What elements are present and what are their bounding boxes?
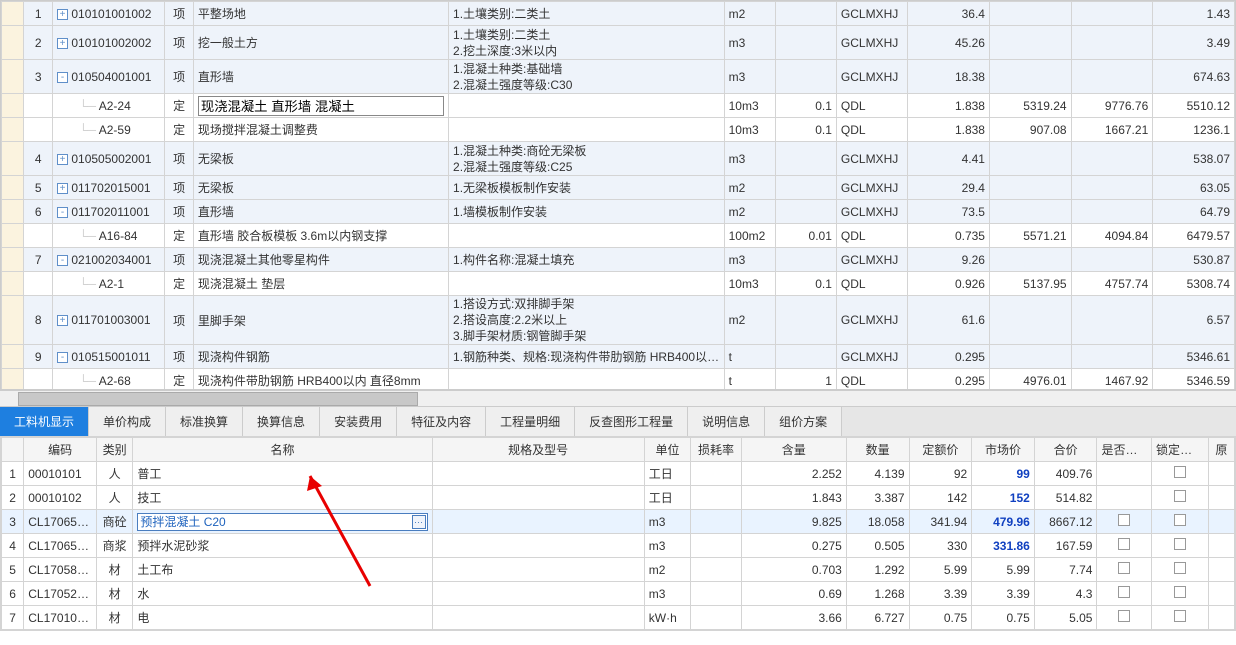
checkbox[interactable] <box>1174 562 1186 574</box>
expand-icon[interactable]: + <box>57 9 68 20</box>
tab-4[interactable]: 安装费用 <box>320 407 397 436</box>
collapse-icon[interactable]: - <box>57 352 68 363</box>
material-row[interactable]: 7CL17010690材电kW·h3.666.7270.750.755.05 <box>2 606 1235 630</box>
checkbox[interactable] <box>1174 514 1186 526</box>
grid-row[interactable]: 8+ 011701003001项里脚手架1.搭设方式:双排脚手架 2.搭设高度:… <box>2 296 1235 345</box>
expand-icon[interactable]: + <box>57 315 68 326</box>
tab-0[interactable]: 工料机显示 <box>0 407 89 436</box>
tab-5[interactable]: 特征及内容 <box>397 407 486 436</box>
tab-1[interactable]: 单价构成 <box>89 407 166 436</box>
checkbox[interactable] <box>1174 466 1186 478</box>
material-row[interactable]: 5CL17058760材土工布m20.7031.2925.995.997.74 <box>2 558 1235 582</box>
expand-icon[interactable]: + <box>57 154 68 165</box>
checkbox[interactable] <box>1118 586 1130 598</box>
materials-table[interactable]: 编码类别名称规格及型号单位损耗率含量数量定额价市场价合价是否暂估锁定数量原100… <box>1 437 1235 630</box>
checkbox[interactable] <box>1118 538 1130 550</box>
tab-8[interactable]: 说明信息 <box>688 407 765 436</box>
material-row[interactable]: 100010101人普工工日2.2524.1399299409.76 <box>2 462 1235 486</box>
checkbox[interactable] <box>1174 610 1186 622</box>
grid-row[interactable]: 3- 010504001001项直形墙1.混凝土种类:基础墙 2.混凝土强度等级… <box>2 60 1235 94</box>
grid-row[interactable]: └─ A2-1定现浇混凝土 垫层10m30.1QDL0.9265137.9547… <box>2 272 1235 296</box>
grid-row[interactable]: 2+ 010101002002项挖一般土方1.土壤类别:二类土 2.挖土深度:3… <box>2 26 1235 60</box>
checkbox[interactable] <box>1174 586 1186 598</box>
expand-icon[interactable]: + <box>57 183 68 194</box>
collapse-icon[interactable]: - <box>57 207 68 218</box>
checkbox[interactable] <box>1118 514 1130 526</box>
upper-grid: 1+ 010101001002项平整场地1.土壤类别:二类土m2GCLMXHJ3… <box>0 0 1236 390</box>
grid-row[interactable]: └─ A2-68定现浇构件带肋钢筋 HRB400以内 直径8mmt1QDL0.2… <box>2 369 1235 391</box>
collapse-icon[interactable]: - <box>57 255 68 266</box>
tab-7[interactable]: 反查图形工程量 <box>575 407 688 436</box>
tab-6[interactable]: 工程量明细 <box>486 407 575 436</box>
expand-icon[interactable]: + <box>57 38 68 49</box>
grid-row[interactable]: └─ A2-24定10m30.1QDL1.8385319.249776.7655… <box>2 94 1235 118</box>
tab-3[interactable]: 换算信息 <box>243 407 320 436</box>
name-edit-input[interactable] <box>198 96 444 116</box>
h-scrollbar[interactable] <box>0 390 1236 406</box>
material-row[interactable]: 6CL17052360材水m30.691.2683.393.394.3 <box>2 582 1235 606</box>
checkbox[interactable] <box>1174 490 1186 502</box>
header-row: 编码类别名称规格及型号单位损耗率含量数量定额价市场价合价是否暂估锁定数量原 <box>2 438 1235 462</box>
collapse-icon[interactable]: - <box>57 72 68 83</box>
material-row[interactable]: 200010102人技工工日1.8433.387142152514.82 <box>2 486 1235 510</box>
tab-2[interactable]: 标准换算 <box>166 407 243 436</box>
grid-row[interactable]: 5+ 011702015001项无梁板1.无梁板模板制作安装m2GCLMXHJ2… <box>2 176 1235 200</box>
checkbox[interactable] <box>1174 538 1186 550</box>
grid-row[interactable]: 1+ 010101001002项平整场地1.土壤类别:二类土m2GCLMXHJ3… <box>2 2 1235 26</box>
checkbox[interactable] <box>1118 562 1130 574</box>
material-row[interactable]: 3CL17065410商砼预拌混凝土 C20⋯m39.82518.058341.… <box>2 510 1235 534</box>
grid-row[interactable]: 7- 021002034001项现浇混凝土其他零星构件1.构件名称:混凝土填充m… <box>2 248 1235 272</box>
more-icon[interactable]: ⋯ <box>412 515 426 529</box>
checkbox[interactable] <box>1118 610 1130 622</box>
tab-bar: 工料机显示单价构成标准换算换算信息安装费用特征及内容工程量明细反查图形工程量说明… <box>0 406 1236 436</box>
material-row[interactable]: 4CL17065530商浆预拌水泥砂浆m30.2750.505330331.86… <box>2 534 1235 558</box>
grid-row[interactable]: 4+ 010505002001项无梁板1.混凝土种类:商砼无梁板 2.混凝土强度… <box>2 142 1235 176</box>
name-edit-field[interactable]: 预拌混凝土 C20⋯ <box>137 513 427 531</box>
grid-row[interactable]: └─ A2-59定现场搅拌混凝土调整费10m30.1QDL1.838907.08… <box>2 118 1235 142</box>
items-table[interactable]: 1+ 010101001002项平整场地1.土壤类别:二类土m2GCLMXHJ3… <box>1 1 1235 390</box>
lower-grid: 编码类别名称规格及型号单位损耗率含量数量定额价市场价合价是否暂估锁定数量原100… <box>0 436 1236 631</box>
grid-row[interactable]: └─ A16-84定直形墙 胶合板模板 3.6m以内钢支撑100m20.01QD… <box>2 224 1235 248</box>
tab-9[interactable]: 组价方案 <box>765 407 842 436</box>
grid-row[interactable]: 6- 011702011001项直形墙1.墙模板制作安装m2GCLMXHJ73.… <box>2 200 1235 224</box>
grid-row[interactable]: 9- 010515001011项现浇构件钢筋1.钢筋种类、规格:现浇构件带肋钢筋… <box>2 345 1235 369</box>
